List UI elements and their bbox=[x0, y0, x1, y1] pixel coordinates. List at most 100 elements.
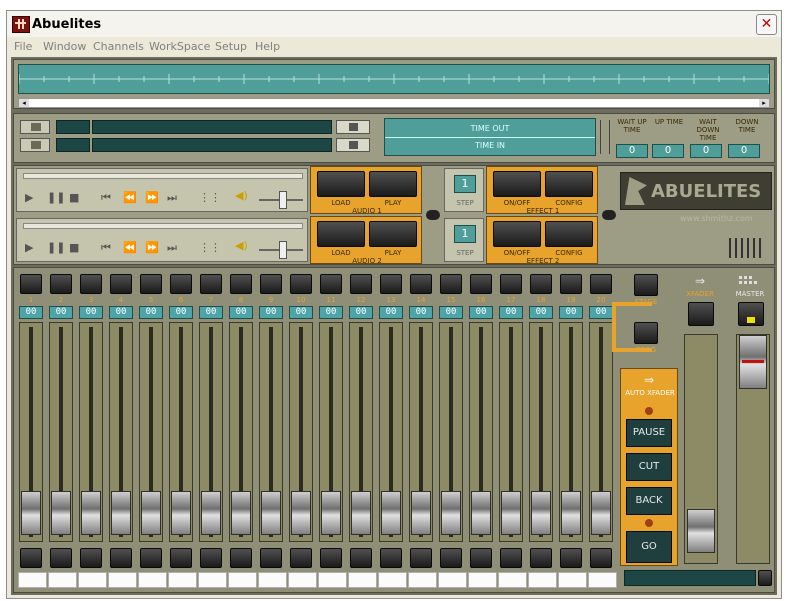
volume-handle[interactable] bbox=[279, 191, 287, 209]
channel-fader[interactable] bbox=[259, 322, 283, 542]
effect-2-step-value[interactable]: 1 bbox=[454, 225, 476, 243]
channel-select-button[interactable] bbox=[20, 274, 42, 294]
channel-flash-button[interactable] bbox=[500, 548, 522, 568]
audio-2-load-button[interactable] bbox=[317, 221, 365, 247]
play-icon[interactable]: ▶ bbox=[25, 241, 33, 254]
xfader-track[interactable] bbox=[684, 334, 718, 564]
fader-knob[interactable] bbox=[51, 491, 71, 535]
rewind-icon[interactable]: ⏪ bbox=[123, 191, 137, 204]
scroll-right-icon[interactable]: ▸ bbox=[759, 99, 769, 107]
channel-fader[interactable] bbox=[109, 322, 133, 542]
effect-1-onoff-button[interactable] bbox=[493, 171, 541, 197]
channel-fader[interactable] bbox=[229, 322, 253, 542]
audio-1-load-button[interactable] bbox=[317, 171, 365, 197]
channel-select-button[interactable] bbox=[530, 274, 552, 294]
go-button[interactable]: GO bbox=[626, 531, 672, 563]
stop-icon[interactable]: ■ bbox=[69, 191, 79, 204]
channel-select-button[interactable] bbox=[320, 274, 342, 294]
fader-knob[interactable] bbox=[291, 491, 311, 535]
channel-fader[interactable] bbox=[199, 322, 223, 542]
save-button-2[interactable] bbox=[336, 138, 370, 152]
stop-icon[interactable]: ■ bbox=[69, 241, 79, 254]
fader-knob[interactable] bbox=[111, 491, 131, 535]
channel-flash-button[interactable] bbox=[50, 548, 72, 568]
channel-flash-button[interactable] bbox=[560, 548, 582, 568]
channel-select-button[interactable] bbox=[170, 274, 192, 294]
channel-key[interactable] bbox=[558, 572, 587, 588]
timeline-scrollbar[interactable]: ◂ ▸ bbox=[18, 98, 770, 108]
up-time-field[interactable]: 0 bbox=[652, 144, 684, 158]
fader-knob[interactable] bbox=[321, 491, 341, 535]
fader-knob[interactable] bbox=[261, 491, 281, 535]
channel-flash-button[interactable] bbox=[290, 548, 312, 568]
channel-flash-button[interactable] bbox=[350, 548, 372, 568]
channel-select-button[interactable] bbox=[110, 274, 132, 294]
audio-2-play-button[interactable] bbox=[369, 221, 417, 247]
channel-key[interactable] bbox=[18, 572, 47, 588]
playlist-icon[interactable]: ⋮⋮ bbox=[199, 191, 221, 204]
channel-select-button[interactable] bbox=[140, 274, 162, 294]
channel-fader[interactable] bbox=[469, 322, 493, 542]
channel-select-button[interactable] bbox=[260, 274, 282, 294]
playlist-icon[interactable]: ⋮⋮ bbox=[199, 241, 221, 254]
file-name-1[interactable] bbox=[92, 120, 332, 134]
channel-fader[interactable] bbox=[409, 322, 433, 542]
link-icon[interactable] bbox=[426, 210, 440, 220]
menu-file[interactable]: File bbox=[14, 40, 32, 53]
menu-workspace[interactable]: WorkSpace bbox=[149, 40, 210, 53]
channel-fader[interactable] bbox=[169, 322, 193, 542]
master-track[interactable] bbox=[736, 334, 770, 564]
file-slot-1[interactable] bbox=[56, 120, 90, 134]
xfader-knob[interactable] bbox=[687, 509, 715, 553]
prev-icon[interactable]: ⏮ bbox=[101, 191, 111, 205]
wait-up-time-field[interactable]: 0 bbox=[616, 144, 648, 158]
channel-flash-button[interactable] bbox=[470, 548, 492, 568]
menu-help[interactable]: Help bbox=[255, 40, 280, 53]
title-bar[interactable]: Abuelites ✕ bbox=[7, 11, 781, 37]
channel-key[interactable] bbox=[468, 572, 497, 588]
scroll-left-icon[interactable]: ◂ bbox=[19, 99, 29, 107]
channel-fader[interactable] bbox=[349, 322, 373, 542]
fader-knob[interactable] bbox=[201, 491, 221, 535]
channel-select-button[interactable] bbox=[440, 274, 462, 294]
channel-select-button[interactable] bbox=[380, 274, 402, 294]
prev-icon[interactable]: ⏮ bbox=[101, 241, 111, 255]
channel-flash-button[interactable] bbox=[590, 548, 612, 568]
menu-window[interactable]: Window bbox=[43, 40, 86, 53]
channel-key[interactable] bbox=[528, 572, 557, 588]
channel-flash-button[interactable] bbox=[170, 548, 192, 568]
channel-select-button[interactable] bbox=[350, 274, 372, 294]
channel-key[interactable] bbox=[78, 572, 107, 588]
channel-fader[interactable] bbox=[19, 322, 43, 542]
effect-1-config-button[interactable] bbox=[545, 171, 593, 197]
channel-select-button[interactable] bbox=[470, 274, 492, 294]
channel-fader[interactable] bbox=[499, 322, 523, 542]
fader-knob[interactable] bbox=[81, 491, 101, 535]
fader-knob[interactable] bbox=[231, 491, 251, 535]
file-name-2[interactable] bbox=[92, 138, 332, 152]
forward-icon[interactable]: ⏩ bbox=[145, 191, 159, 204]
menu-setup[interactable]: Setup bbox=[215, 40, 247, 53]
channel-key[interactable] bbox=[138, 572, 167, 588]
channel-flash-button[interactable] bbox=[110, 548, 132, 568]
fader-knob[interactable] bbox=[351, 491, 371, 535]
fader-knob[interactable] bbox=[171, 491, 191, 535]
prog-button[interactable] bbox=[634, 322, 658, 344]
channel-key[interactable] bbox=[348, 572, 377, 588]
channel-key[interactable] bbox=[498, 572, 527, 588]
channel-flash-button[interactable] bbox=[380, 548, 402, 568]
channel-select-button[interactable] bbox=[560, 274, 582, 294]
channel-flash-button[interactable] bbox=[200, 548, 222, 568]
channel-select-button[interactable] bbox=[230, 274, 252, 294]
channel-select-button[interactable] bbox=[50, 274, 72, 294]
pause-button[interactable]: PAUSE bbox=[626, 419, 672, 447]
channel-select-button[interactable] bbox=[500, 274, 522, 294]
menu-channels[interactable]: Channels bbox=[93, 40, 144, 53]
channel-flash-button[interactable] bbox=[20, 548, 42, 568]
channel-key[interactable] bbox=[108, 572, 137, 588]
channel-fader[interactable] bbox=[439, 322, 463, 542]
effect-1-step-value[interactable]: 1 bbox=[454, 175, 476, 193]
forward-icon[interactable]: ⏩ bbox=[145, 241, 159, 254]
status-button[interactable] bbox=[758, 570, 772, 586]
rewind-icon[interactable]: ⏪ bbox=[123, 241, 137, 254]
